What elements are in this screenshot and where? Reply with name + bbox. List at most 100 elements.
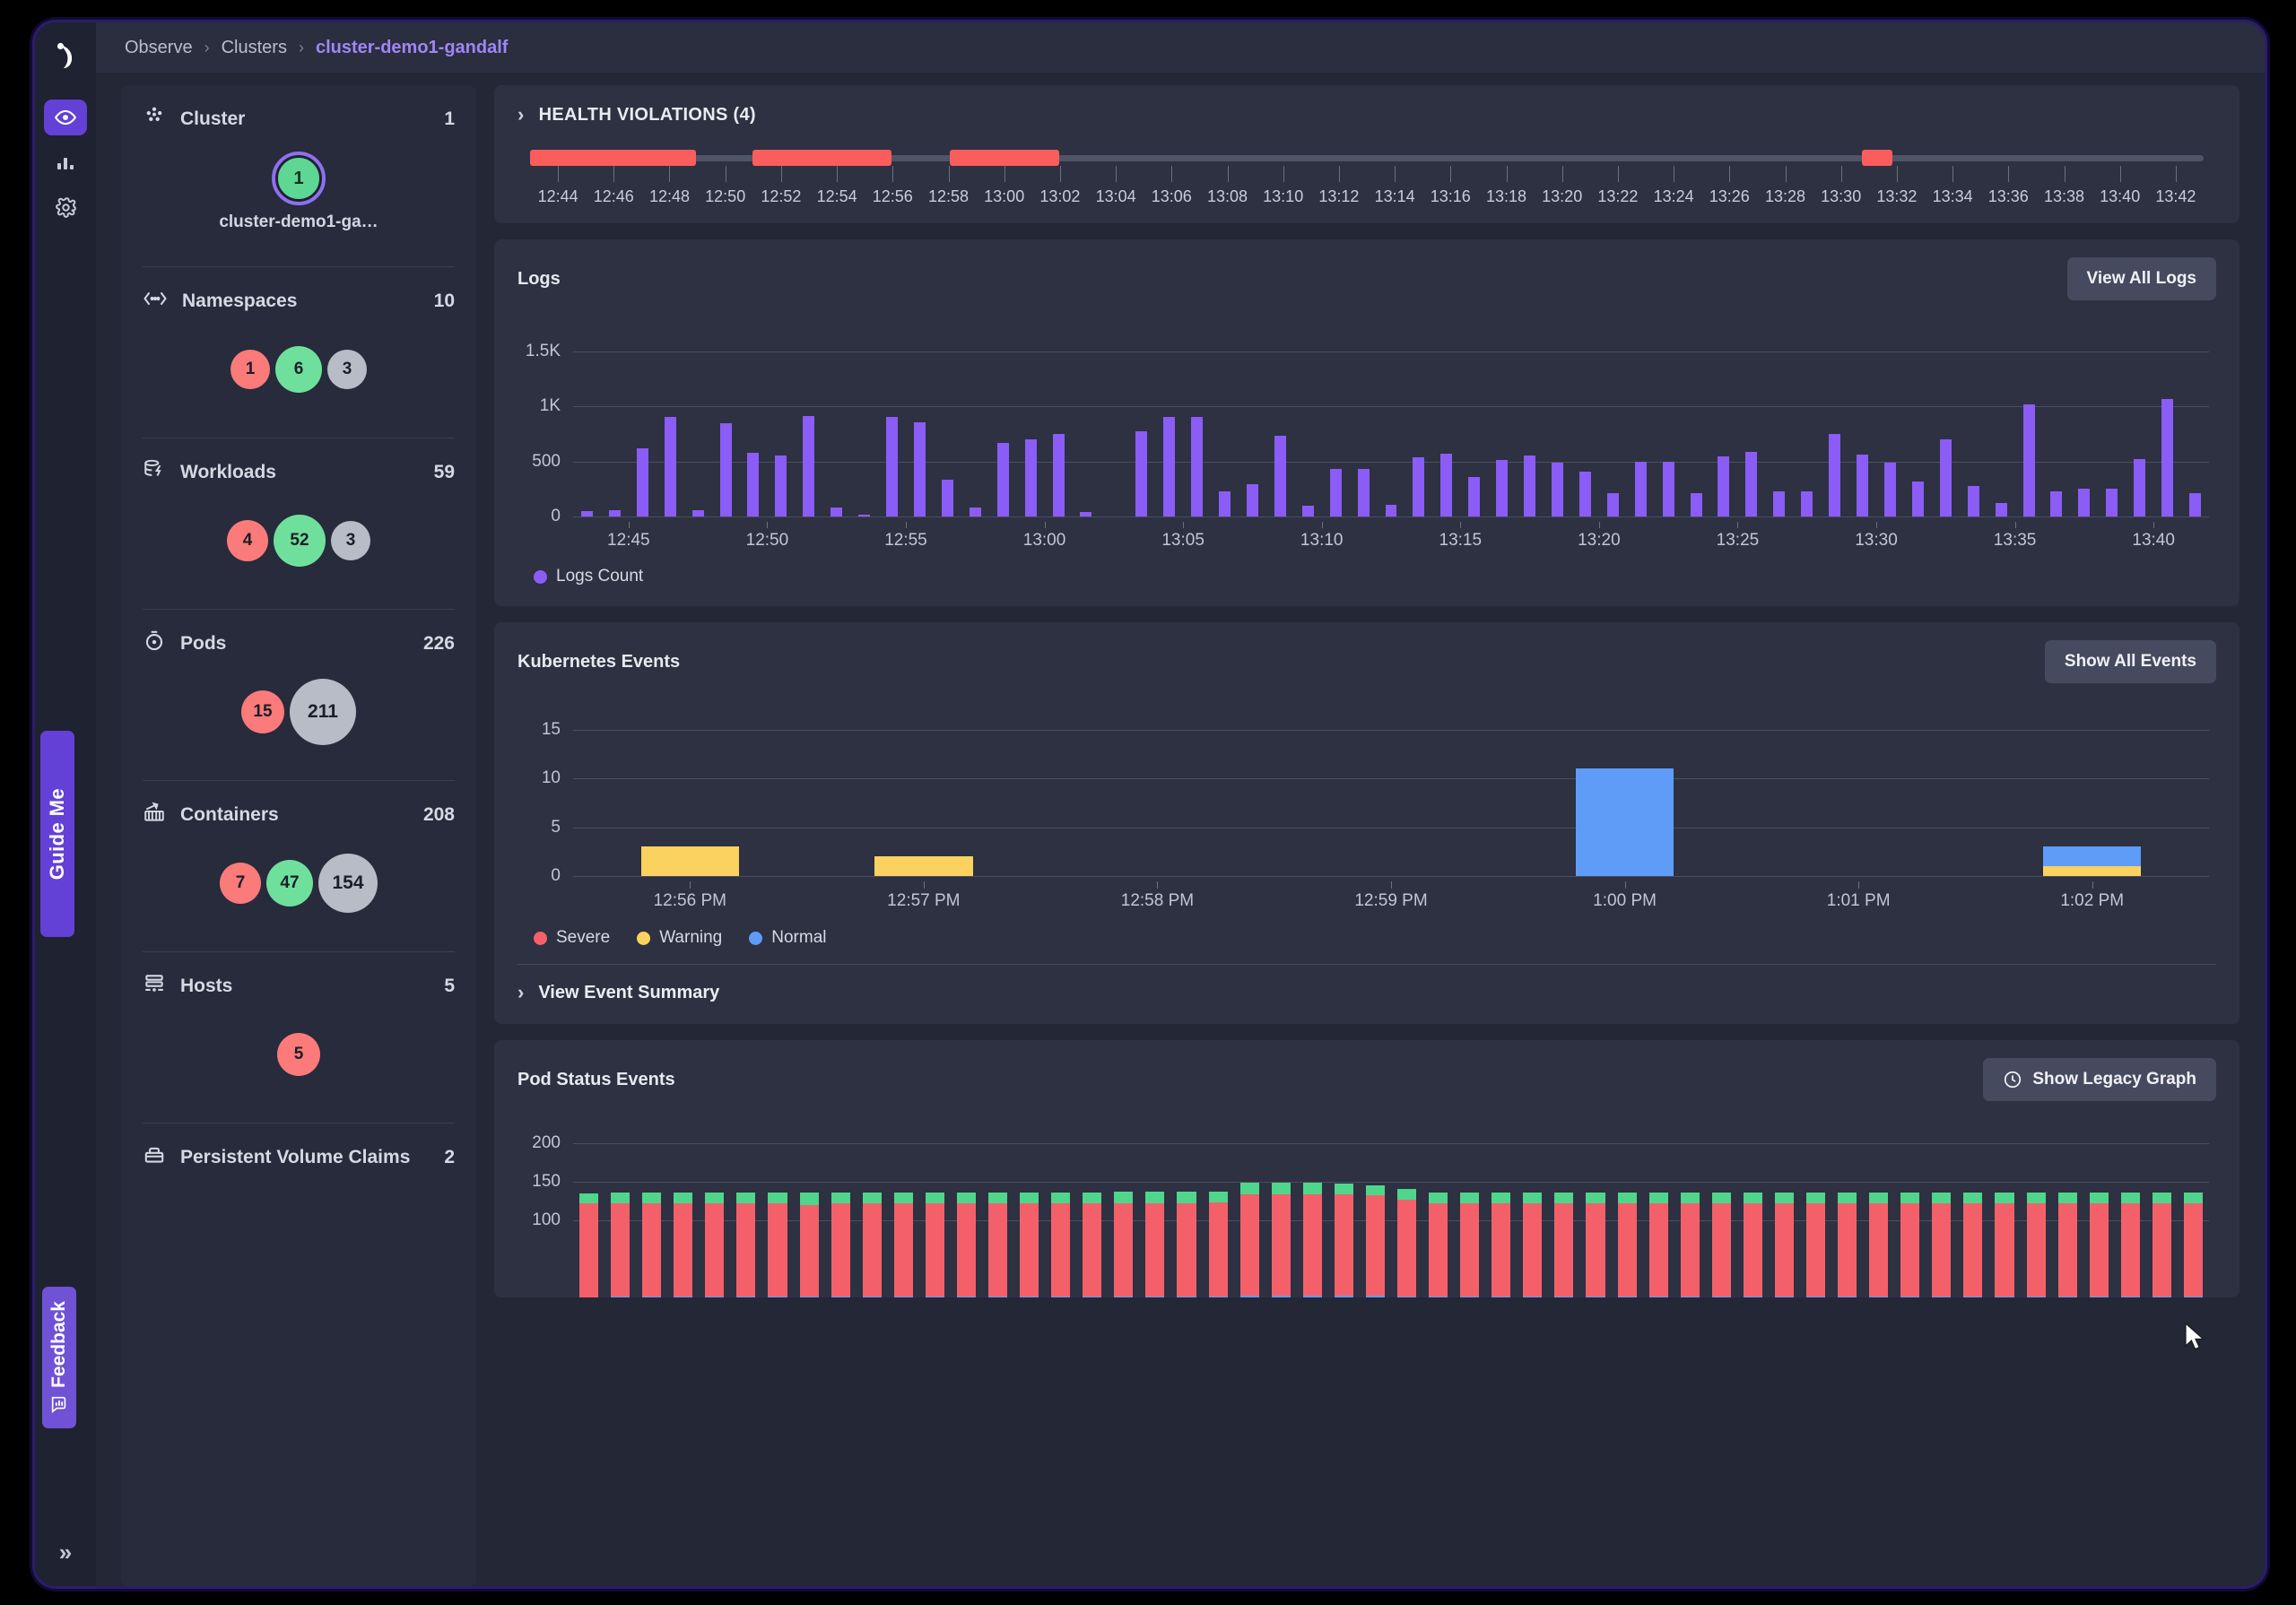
pod-status-bar-segment[interactable] (1429, 1193, 1448, 1204)
logs-bar[interactable] (1246, 483, 1258, 516)
pod-status-bar-segment[interactable] (1397, 1188, 1417, 1200)
logs-bar[interactable] (1690, 492, 1702, 516)
summary-section-pods[interactable]: Pods 226 15 211 (121, 610, 476, 766)
pod-status-bar-segment[interactable] (1051, 1203, 1071, 1297)
pod-status-bar-segment[interactable] (1743, 1193, 1762, 1204)
pod-status-bar-segment[interactable] (611, 1193, 631, 1204)
pod-status-bar-segment[interactable] (1586, 1193, 1605, 1204)
status-bubble[interactable]: 15 (241, 690, 284, 733)
pod-status-bar-segment[interactable] (611, 1203, 631, 1297)
pod-status-bar-segment[interactable] (1648, 1203, 1668, 1297)
pod-status-bar-segment[interactable] (831, 1193, 850, 1204)
pod-status-bar-segment[interactable] (1680, 1203, 1700, 1297)
logs-bar[interactable] (858, 515, 871, 516)
logs-bar[interactable] (1883, 462, 1896, 516)
pod-status-bar-segment[interactable] (831, 1203, 850, 1297)
logs-bar[interactable] (2161, 398, 2174, 516)
pod-status-bar-segment[interactable] (1523, 1203, 1543, 1297)
pod-status-bar-segment[interactable] (768, 1203, 787, 1297)
pod-status-bar-segment[interactable] (1365, 1195, 1385, 1297)
pod-status-bar-segment[interactable] (1648, 1193, 1668, 1204)
view-event-summary-link[interactable]: › View Event Summary (517, 965, 2216, 1004)
feedback-tab[interactable]: Feedback (42, 1287, 76, 1428)
logs-bar[interactable] (1191, 416, 1204, 516)
cluster-node[interactable]: 1 (272, 152, 326, 205)
logs-bar[interactable] (636, 447, 648, 516)
logs-bar[interactable] (2078, 488, 2091, 516)
pod-status-bar-segment[interactable] (1492, 1203, 1511, 1297)
logs-bar[interactable] (1219, 491, 1231, 516)
event-bar-segment[interactable] (1575, 768, 1674, 876)
pod-status-bar-segment[interactable] (988, 1193, 1008, 1204)
pod-status-bar-segment[interactable] (642, 1193, 662, 1204)
summary-section-containers[interactable]: Containers 208 7 47 154 (121, 781, 476, 937)
pod-status-bar-segment[interactable] (862, 1193, 882, 1204)
pod-status-bar-segment[interactable] (736, 1203, 756, 1297)
legend-item[interactable]: Normal (749, 928, 826, 948)
logs-bar[interactable] (1578, 472, 1591, 516)
logs-bar[interactable] (1551, 463, 1563, 516)
logs-bar[interactable] (1718, 456, 1730, 516)
pod-status-bar-segment[interactable] (2152, 1193, 2171, 1204)
logs-bar[interactable] (1385, 504, 1397, 516)
pod-status-bar-segment[interactable] (1774, 1203, 1794, 1297)
pod-status-bar-segment[interactable] (736, 1193, 756, 1204)
logs-bar[interactable] (1274, 435, 1286, 516)
kubernetes-events-chart[interactable]: 0 5 10 15 (542, 710, 2209, 885)
pod-status-bar-segment[interactable] (1617, 1203, 1637, 1297)
pod-status-bar-segment[interactable] (1806, 1193, 1826, 1204)
pod-status-bar-segment[interactable] (1711, 1203, 1731, 1297)
pod-status-bar-segment[interactable] (1239, 1296, 1259, 1297)
status-bubble[interactable]: 5 (277, 1033, 320, 1076)
pod-status-bar-segment[interactable] (1617, 1193, 1637, 1204)
pod-status-bar-segment[interactable] (1995, 1203, 2014, 1297)
pod-status-bar-segment[interactable] (1051, 1193, 1071, 1204)
logs-bar[interactable] (1080, 511, 1092, 516)
pod-status-bar-segment[interactable] (1995, 1193, 2014, 1204)
legend-item[interactable]: Logs Count (534, 567, 643, 586)
summary-section-persistent-volume-claims[interactable]: Persistent Volume Claims 2 (121, 1124, 476, 1192)
pod-status-bar-segment[interactable] (2026, 1203, 2046, 1297)
pod-status-bar-segment[interactable] (1963, 1193, 1983, 1204)
sidebar-item-analytics[interactable] (44, 144, 87, 180)
pod-status-bar-segment[interactable] (2152, 1203, 2171, 1297)
pod-status-bar-segment[interactable] (1083, 1193, 1102, 1204)
pod-status-bar-segment[interactable] (1302, 1296, 1322, 1297)
pod-status-bar-segment[interactable] (1460, 1203, 1480, 1297)
status-bubble[interactable]: 211 (290, 679, 356, 745)
pod-status-bar-segment[interactable] (1114, 1192, 1134, 1204)
pod-status-bar-segment[interactable] (579, 1193, 599, 1204)
logs-bar[interactable] (969, 508, 981, 516)
pod-status-bar-segment[interactable] (1711, 1193, 1731, 1204)
pod-status-bar-segment[interactable] (1397, 1199, 1417, 1297)
logs-bar[interactable] (1440, 453, 1453, 516)
status-bubble[interactable]: 3 (331, 521, 370, 560)
pod-status-bar-segment[interactable] (2183, 1203, 2203, 1297)
logs-bar[interactable] (1911, 481, 1924, 516)
view-all-logs-button[interactable]: View All Logs (2066, 257, 2216, 300)
logs-bar[interactable] (664, 417, 676, 516)
logs-bar[interactable] (2050, 490, 2063, 516)
summary-section-workloads[interactable]: Workloads 59 4 52 3 (121, 438, 476, 594)
pod-status-bar-segment[interactable] (1554, 1193, 1574, 1204)
logs-bar[interactable] (1163, 416, 1176, 516)
pod-status-bar-segment[interactable] (1743, 1203, 1762, 1297)
logs-bar[interactable] (831, 508, 843, 516)
guide-me-tab[interactable]: Guide Me (40, 731, 74, 937)
pod-status-bar-segment[interactable] (2183, 1193, 2203, 1204)
logs-bar[interactable] (1939, 439, 1952, 516)
expand-sidebar-button[interactable]: » (35, 1539, 96, 1566)
logs-bar[interactable] (941, 480, 953, 516)
logs-bar[interactable] (1634, 461, 1647, 516)
pod-status-bar-segment[interactable] (1523, 1193, 1543, 1204)
event-bar-segment[interactable] (2042, 866, 2142, 876)
pod-status-bar-segment[interactable] (1177, 1203, 1196, 1297)
logs-bar[interactable] (1524, 455, 1536, 516)
pod-status-bar-segment[interactable] (1177, 1192, 1196, 1204)
logs-chart[interactable]: 0 500 1K 1.5K (526, 324, 2209, 525)
pod-status-bar-segment[interactable] (1208, 1202, 1228, 1297)
logs-bar[interactable] (719, 423, 732, 516)
pod-status-bar-segment[interactable] (956, 1203, 976, 1297)
pod-status-bar-segment[interactable] (1334, 1296, 1353, 1297)
logs-bar[interactable] (1801, 490, 1813, 516)
